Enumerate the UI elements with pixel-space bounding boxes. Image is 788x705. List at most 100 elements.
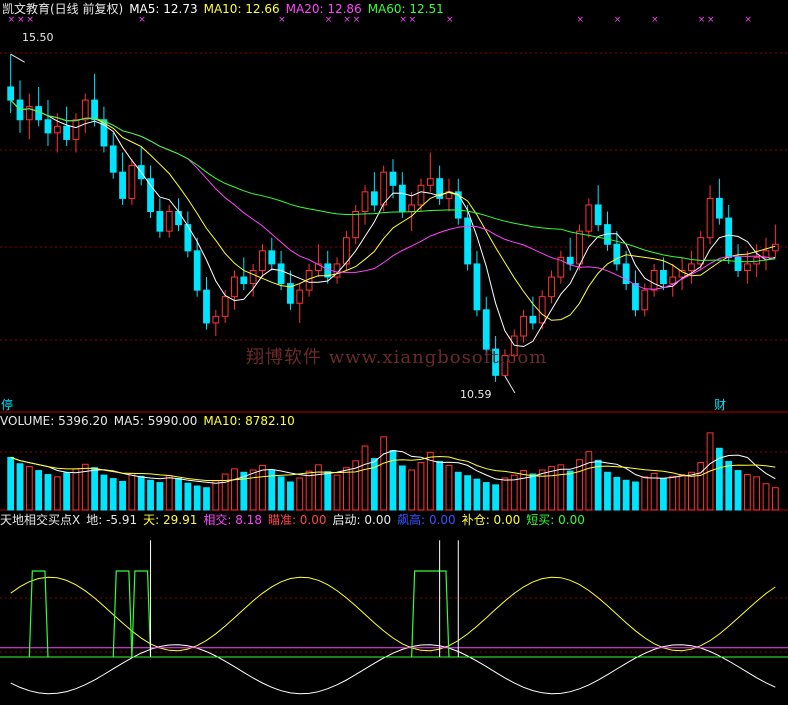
- candle-up: [576, 230, 583, 265]
- candle-down: [464, 217, 471, 265]
- volume-bar-up: [678, 474, 686, 511]
- volume-bar-up: [361, 445, 369, 511]
- vol-ma10-readout: MA10: 8782.10: [203, 414, 295, 428]
- candle-down: [63, 125, 71, 140]
- candle-down: [715, 197, 723, 219]
- candle-up: [165, 211, 173, 232]
- bucang-readout: 补仓: 0.00: [461, 513, 521, 527]
- candle-down: [660, 269, 667, 285]
- volume-bar-down: [156, 482, 164, 511]
- ma10-line: [10, 99, 776, 321]
- volume-bar-up: [585, 451, 593, 511]
- volume-bar-down: [277, 476, 285, 511]
- volume-bar-down: [622, 479, 630, 511]
- candle-up: [72, 119, 80, 140]
- volume-bar-up: [557, 464, 565, 511]
- candlestick-layer: [7, 54, 779, 382]
- volume-bar-up: [771, 487, 779, 511]
- flag-stop: 停: [1, 398, 14, 412]
- high-pointer: [10, 53, 25, 63]
- x-marker: ×: [614, 15, 622, 25]
- volume-bar-down: [203, 487, 210, 511]
- volume-bar-down: [632, 481, 639, 511]
- volume-bar-down: [137, 475, 145, 511]
- volume-title: VOLUME: 5396.20: [0, 414, 108, 428]
- volume-header: VOLUME: 5396.20 MA5: 5990.00 MA10: 8782.10: [0, 413, 301, 429]
- volume-bar-down: [725, 460, 733, 511]
- candle-down: [594, 204, 602, 226]
- volume-bar-down: [604, 471, 611, 511]
- candle-up: [128, 165, 136, 199]
- volume-bar-up: [688, 471, 695, 511]
- volume-bar-up: [380, 436, 388, 511]
- ma5-readout: MA5: 12.73: [129, 2, 198, 16]
- volume-bar-down: [482, 482, 490, 511]
- signal-pulse: [28, 570, 49, 657]
- volume-bar-up: [221, 473, 229, 511]
- candle-down: [277, 263, 285, 285]
- volume-bar-up: [743, 474, 751, 511]
- x-marker: ×: [707, 15, 715, 25]
- volume-bar-up: [333, 474, 341, 511]
- candle-down: [119, 171, 126, 199]
- volume-bar-down: [529, 473, 537, 511]
- candle-up: [231, 276, 238, 298]
- volume-bar-down: [91, 467, 98, 511]
- volume-bar-up: [650, 472, 658, 511]
- volume-bar-down: [436, 460, 444, 511]
- price-header: 凯文教育(日线 前复权) MA5: 12.73 MA10: 12.66 MA20: 1…: [2, 1, 450, 17]
- candle-up: [771, 243, 779, 252]
- volume-bar-down: [660, 478, 667, 511]
- indicator-header: 天地相交买点X 地: -5.91 天: 29.91 相交: 8.18 瞄准: 0.00 启…: [0, 512, 591, 528]
- indicator-title: 天地相交买点X: [0, 513, 81, 527]
- candle-up: [417, 184, 425, 206]
- tian-readout: 天: 29.91: [143, 513, 198, 527]
- volume-bar-up: [212, 480, 220, 511]
- candle-up: [81, 99, 89, 121]
- candle-down: [725, 217, 733, 258]
- volume-bar-down: [35, 470, 43, 511]
- candle-down: [156, 211, 164, 232]
- candle-down: [613, 243, 621, 265]
- volume-bar-up: [342, 467, 350, 511]
- candle-down: [529, 315, 537, 324]
- volume-bar-down: [240, 471, 248, 511]
- volume-bar-down: [566, 470, 574, 511]
- volume-bar-up: [259, 464, 266, 511]
- volume-bar-up: [72, 468, 80, 511]
- price-title: 凯文教育(日线 前复权): [2, 2, 124, 16]
- candle-down: [193, 250, 201, 291]
- volume-bar-up: [249, 469, 257, 511]
- ma60-readout: MA60: 12.51: [367, 2, 444, 16]
- volume-bar-up: [520, 470, 527, 511]
- signal-pulse: [411, 570, 450, 657]
- candle-up: [548, 276, 555, 298]
- candle-down: [109, 145, 117, 173]
- volume-bar-up: [669, 475, 677, 511]
- volume-bar-up: [296, 477, 304, 511]
- volume-bar-down: [184, 482, 192, 511]
- miaozhun-readout: 瞄准: 0.00: [267, 513, 327, 527]
- candle-down: [454, 191, 462, 219]
- candle-down: [268, 250, 276, 265]
- low-price-label: 10.59: [460, 388, 492, 401]
- candle-up: [426, 178, 434, 186]
- candle-up: [221, 296, 229, 317]
- moving-average-layer: [10, 99, 776, 348]
- volume-bar-up: [548, 466, 555, 511]
- signal-pulse: [112, 570, 133, 657]
- candle-up: [650, 269, 658, 291]
- volume-bar-up: [128, 472, 136, 511]
- volume-bar-up: [762, 483, 770, 511]
- signal-pulse: [131, 570, 152, 657]
- candle-up: [259, 250, 266, 271]
- candle-up: [641, 289, 649, 311]
- candle-up: [249, 269, 257, 285]
- high-price-label: 15.50: [22, 31, 54, 44]
- volume-bar-down: [398, 465, 406, 511]
- volume-bar-up: [417, 462, 425, 511]
- ma5-line: [10, 99, 776, 348]
- volume-bar-down: [734, 470, 742, 511]
- candle-down: [389, 171, 397, 186]
- candle-down: [147, 178, 154, 213]
